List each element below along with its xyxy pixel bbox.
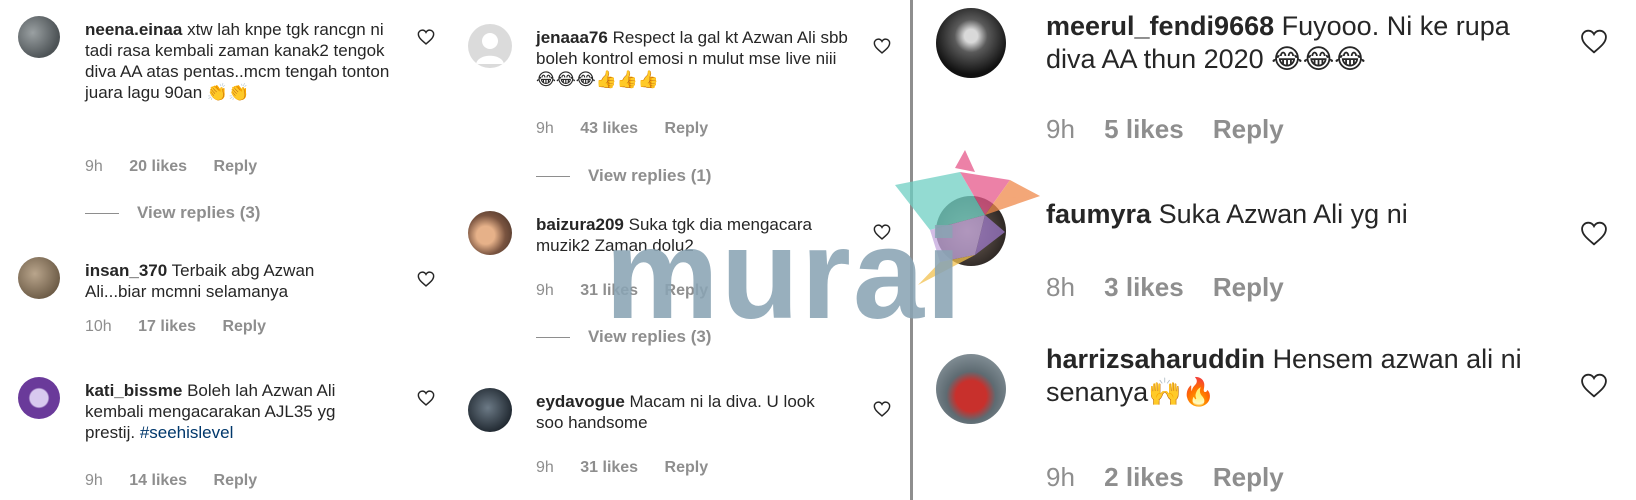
heart-icon[interactable] bbox=[1580, 29, 1608, 54]
likes-count[interactable]: 43 likes bbox=[580, 120, 638, 137]
divider-line bbox=[85, 213, 119, 215]
reply-button[interactable]: Reply bbox=[1213, 272, 1284, 302]
comment-meta: 9h 31 likes Reply bbox=[536, 459, 730, 477]
comment-item: jenaaa76 Respect la gal kt Azwan Ali sbb… bbox=[452, 0, 908, 200]
avatar[interactable] bbox=[468, 211, 512, 255]
comment-username[interactable]: meerul_fendi9668 bbox=[1046, 11, 1274, 41]
avatar[interactable] bbox=[18, 16, 60, 58]
comment-username[interactable]: insan_370 bbox=[85, 261, 167, 280]
comment-meta: 9h 20 likes Reply bbox=[85, 158, 279, 176]
reply-button[interactable]: Reply bbox=[1213, 462, 1284, 492]
divider-line bbox=[536, 176, 570, 178]
likes-count[interactable]: 5 likes bbox=[1104, 114, 1184, 144]
comment-meta: 9h 2 likes Reply bbox=[1046, 462, 1306, 493]
heart-icon[interactable] bbox=[1580, 373, 1608, 398]
comment-item: faumyra Suka Azwan Ali yg ni 8h 3 likes … bbox=[913, 190, 1636, 320]
comment-time: 9h bbox=[1046, 114, 1075, 144]
comment-text: neena.einaa xtw lah knpe tgk rancgn ni t… bbox=[85, 19, 395, 103]
comment-text: eydavogue Macam ni la diva. U look soo h… bbox=[536, 391, 816, 433]
comment-time: 9h bbox=[536, 120, 554, 137]
reply-button[interactable]: Reply bbox=[665, 459, 709, 476]
comment-meta: 8h 3 likes Reply bbox=[1046, 272, 1306, 303]
comment-text: meerul_fendi9668 Fuyooo. Ni ke rupa diva… bbox=[1046, 10, 1556, 77]
comment-time: 10h bbox=[85, 318, 112, 335]
comment-username[interactable]: faumyra bbox=[1046, 199, 1151, 229]
comment-username[interactable]: neena.einaa bbox=[85, 20, 182, 39]
comment-text: jenaaa76 Respect la gal kt Azwan Ali sbb… bbox=[536, 27, 856, 90]
view-replies-label: View replies (3) bbox=[137, 203, 261, 222]
right-comments-panel: meerul_fendi9668 Fuyooo. Ni ke rupa diva… bbox=[913, 0, 1636, 500]
avatar[interactable] bbox=[936, 8, 1006, 78]
comment-time: 8h bbox=[1046, 272, 1075, 302]
comment-username[interactable]: jenaaa76 bbox=[536, 28, 608, 47]
hashtag-link[interactable]: #seehislevel bbox=[140, 423, 234, 442]
comment-text: faumyra Suka Azwan Ali yg ni bbox=[1046, 198, 1556, 231]
comment-username[interactable]: eydavogue bbox=[536, 392, 625, 411]
comment-time: 9h bbox=[536, 282, 554, 299]
comment-item: meerul_fendi9668 Fuyooo. Ni ke rupa diva… bbox=[913, 0, 1636, 170]
divider-line bbox=[536, 337, 570, 339]
view-replies-label: View replies (3) bbox=[588, 327, 712, 346]
left-comments-panel: neena.einaa xtw lah knpe tgk rancgn ni t… bbox=[0, 0, 450, 500]
comment-meta: 9h 31 likes Reply bbox=[536, 282, 730, 300]
avatar[interactable] bbox=[18, 377, 60, 419]
comment-time: 9h bbox=[536, 459, 554, 476]
reply-button[interactable]: Reply bbox=[1213, 114, 1284, 144]
comment-text: insan_370 Terbaik abg Azwan Ali...biar m… bbox=[85, 260, 375, 302]
view-replies-button[interactable]: View replies (1) bbox=[536, 166, 711, 186]
comment-time: 9h bbox=[85, 158, 103, 175]
heart-icon[interactable] bbox=[417, 390, 435, 406]
comment-username[interactable]: baizura209 bbox=[536, 215, 624, 234]
comment-item: baizura209 Suka tgk dia mengacara muzik2… bbox=[452, 205, 908, 365]
comment-text: kati_bissme Boleh lah Azwan Ali kembali … bbox=[85, 380, 385, 443]
comment-time: 9h bbox=[85, 472, 103, 489]
comment-text: harrizsaharuddin Hensem azwan ali ni sen… bbox=[1046, 343, 1556, 410]
reply-button[interactable]: Reply bbox=[665, 120, 709, 137]
likes-count[interactable]: 31 likes bbox=[580, 282, 638, 299]
default-avatar-icon bbox=[476, 33, 504, 64]
heart-icon[interactable] bbox=[873, 401, 891, 417]
middle-comments-panel: jenaaa76 Respect la gal kt Azwan Ali sbb… bbox=[452, 0, 908, 500]
comment-meta: 9h 14 likes Reply bbox=[85, 472, 279, 490]
comment-item: kati_bissme Boleh lah Azwan Ali kembali … bbox=[0, 370, 450, 500]
comment-username[interactable]: kati_bissme bbox=[85, 381, 182, 400]
reply-button[interactable]: Reply bbox=[665, 282, 709, 299]
reply-button[interactable]: Reply bbox=[222, 318, 266, 335]
heart-icon[interactable] bbox=[873, 224, 891, 240]
comment-item: eydavogue Macam ni la diva. U look soo h… bbox=[452, 380, 908, 500]
comment-item: insan_370 Terbaik abg Azwan Ali...biar m… bbox=[0, 252, 450, 352]
avatar[interactable] bbox=[936, 196, 1006, 266]
comment-body: Suka Azwan Ali yg ni bbox=[1158, 199, 1408, 229]
comment-username[interactable]: harrizsaharuddin bbox=[1046, 344, 1265, 374]
heart-icon[interactable] bbox=[1580, 221, 1608, 246]
likes-count[interactable]: 17 likes bbox=[138, 318, 196, 335]
avatar[interactable] bbox=[468, 24, 512, 68]
heart-icon[interactable] bbox=[417, 271, 435, 287]
avatar[interactable] bbox=[18, 257, 60, 299]
comment-item: neena.einaa xtw lah knpe tgk rancgn ni t… bbox=[0, 0, 450, 230]
avatar[interactable] bbox=[936, 354, 1006, 424]
heart-icon[interactable] bbox=[417, 29, 435, 45]
comment-text: baizura209 Suka tgk dia mengacara muzik2… bbox=[536, 214, 836, 256]
view-replies-button[interactable]: View replies (3) bbox=[85, 203, 260, 223]
heart-icon[interactable] bbox=[873, 38, 891, 54]
likes-count[interactable]: 31 likes bbox=[580, 459, 638, 476]
avatar[interactable] bbox=[468, 388, 512, 432]
comment-item: harrizsaharuddin Hensem azwan ali ni sen… bbox=[913, 343, 1636, 500]
comment-meta: 9h 43 likes Reply bbox=[536, 120, 730, 138]
reply-button[interactable]: Reply bbox=[214, 472, 258, 489]
comment-time: 9h bbox=[1046, 462, 1075, 492]
view-replies-button[interactable]: View replies (3) bbox=[536, 327, 711, 347]
reply-button[interactable]: Reply bbox=[214, 158, 258, 175]
likes-count[interactable]: 20 likes bbox=[129, 158, 187, 175]
likes-count[interactable]: 3 likes bbox=[1104, 272, 1184, 302]
comment-meta: 10h 17 likes Reply bbox=[85, 318, 288, 336]
likes-count[interactable]: 14 likes bbox=[129, 472, 187, 489]
view-replies-label: View replies (1) bbox=[588, 166, 712, 185]
comment-meta: 9h 5 likes Reply bbox=[1046, 114, 1306, 145]
likes-count[interactable]: 2 likes bbox=[1104, 462, 1184, 492]
